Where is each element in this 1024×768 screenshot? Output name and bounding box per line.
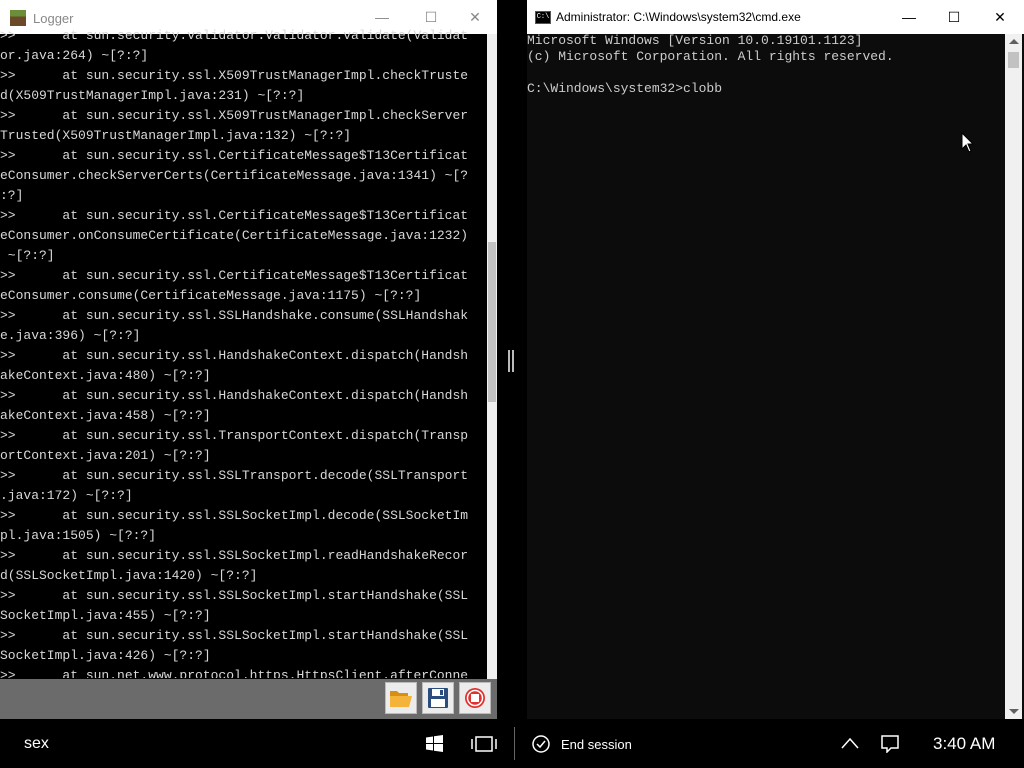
log-line: >> at sun.security.ssl.HandshakeContext.… [0,348,469,363]
logger-toolbar [0,679,497,719]
log-output[interactable]: >> at sun.security.validator.Validator.v… [0,26,487,678]
log-line: :?] [0,188,24,203]
scroll-up-icon[interactable] [1009,39,1019,44]
save-icon [428,688,448,708]
log-line: >> at sun.security.ssl.X509TrustManagerI… [0,108,469,123]
notification-icon [881,735,899,753]
task-view-button[interactable] [471,736,497,752]
log-line: SocketImpl.java:455) ~[?:?] [0,608,211,623]
log-line: .java:172) ~[?:?] [0,488,133,503]
cmd-title: Administrator: C:\Windows\system32\cmd.e… [556,10,801,24]
task-view-icon [471,736,497,752]
log-line: >> at sun.security.ssl.SSLSocketImpl.sta… [0,628,469,643]
logger-window: Logger — ☐ ✕ >> at sun.security.validato… [0,0,497,719]
log-line: >> at sun.security.ssl.HandshakeContext.… [0,388,469,403]
log-line: eConsumer.onConsumeCertificate(Certifica… [0,228,469,243]
taskbar-separator [514,727,515,760]
taskbar: sex End session 3:40 AM [0,719,1024,768]
splitter-grip-icon[interactable] [508,350,514,372]
windows-start-button[interactable] [426,735,443,752]
stop-icon [465,688,485,708]
logger-scrollbar-thumb[interactable] [488,242,496,402]
log-line: or.java:264) ~[?:?] [0,48,149,63]
action-center-button[interactable] [881,735,899,753]
cmd-titlebar[interactable]: C:\ Administrator: C:\Windows\system32\c… [527,0,1024,34]
log-line: e.java:396) ~[?:?] [0,328,141,343]
stop-button[interactable] [459,682,491,714]
end-session-label[interactable]: End session [561,737,632,752]
log-line: SocketImpl.java:426) ~[?:?] [0,648,211,663]
log-line: akeContext.java:458) ~[?:?] [0,408,211,423]
window-splitter[interactable] [497,0,527,719]
chevron-up-icon [841,737,859,749]
log-line: >> at sun.security.validator.Validator.v… [0,28,469,43]
log-line: >> at sun.net.www.protocol.https.HttpsCl… [0,668,469,678]
log-line: >> at sun.security.ssl.SSLSocketImpl.sta… [0,588,469,603]
show-hidden-icons-button[interactable] [841,737,859,749]
cmd-close-button[interactable]: ✕ [977,0,1023,34]
logger-title: Logger [33,11,74,26]
end-session-button[interactable] [532,735,550,753]
taskbar-clock[interactable]: 3:40 AM [933,734,995,754]
log-line: akeContext.java:480) ~[?:?] [0,368,211,383]
log-line: >> at sun.security.ssl.CertificateMessag… [0,268,469,283]
log-line: ~[?:?] [0,248,55,263]
log-line: d(X509TrustManagerImpl.java:231) ~[?:?] [0,88,305,103]
scroll-down-icon[interactable] [1009,709,1019,714]
logger-app-icon [10,10,26,26]
user-name[interactable]: sex [24,735,49,753]
save-button[interactable] [422,682,454,714]
mouse-cursor-icon [961,132,975,153]
log-line: >> at sun.security.ssl.SSLTransport.deco… [0,468,469,483]
cmd-maximize-button[interactable]: ☐ [931,0,977,34]
cmd-window: C:\ Administrator: C:\Windows\system32\c… [527,0,1024,719]
console-line: Microsoft Windows [Version 10.0.19101.11… [527,33,863,48]
log-line: >> at sun.security.ssl.TransportContext.… [0,428,469,443]
console-line: (c) Microsoft Corporation. All rights re… [527,49,894,64]
windows-icon [426,735,443,752]
log-line: d(SSLSocketImpl.java:1420) ~[?:?] [0,568,258,583]
cmd-minimize-button[interactable]: — [886,0,932,34]
log-line: >> at sun.security.ssl.CertificateMessag… [0,148,469,163]
check-circle-icon [532,735,550,753]
cmd-console[interactable]: Microsoft Windows [Version 10.0.19101.11… [527,33,1005,713]
log-line: >> at sun.security.ssl.SSLHandshake.cons… [0,308,469,323]
cmd-scrollbar[interactable] [1005,34,1022,719]
console-line: C:\Windows\system32>clobb [527,81,723,96]
log-line: eConsumer.checkServerCerts(CertificateMe… [0,168,469,183]
log-line: >> at sun.security.ssl.SSLSocketImpl.dec… [0,508,469,523]
log-line: >> at sun.security.ssl.CertificateMessag… [0,208,469,223]
folder-open-icon [390,691,412,707]
cmd-app-icon: C:\ [535,11,551,24]
cmd-scrollbar-thumb[interactable] [1008,52,1019,68]
log-line: >> at sun.security.ssl.X509TrustManagerI… [0,68,469,83]
log-line: eConsumer.consume(CertificateMessage.jav… [0,288,422,303]
logger-scrollbar[interactable] [487,34,497,679]
log-line: >> at sun.security.ssl.SSLSocketImpl.rea… [0,548,469,563]
open-folder-button[interactable] [385,682,417,714]
log-line: Trusted(X509TrustManagerImpl.java:132) ~… [0,128,352,143]
log-line: pl.java:1505) ~[?:?] [0,528,157,543]
log-line: ortContext.java:201) ~[?:?] [0,448,211,463]
